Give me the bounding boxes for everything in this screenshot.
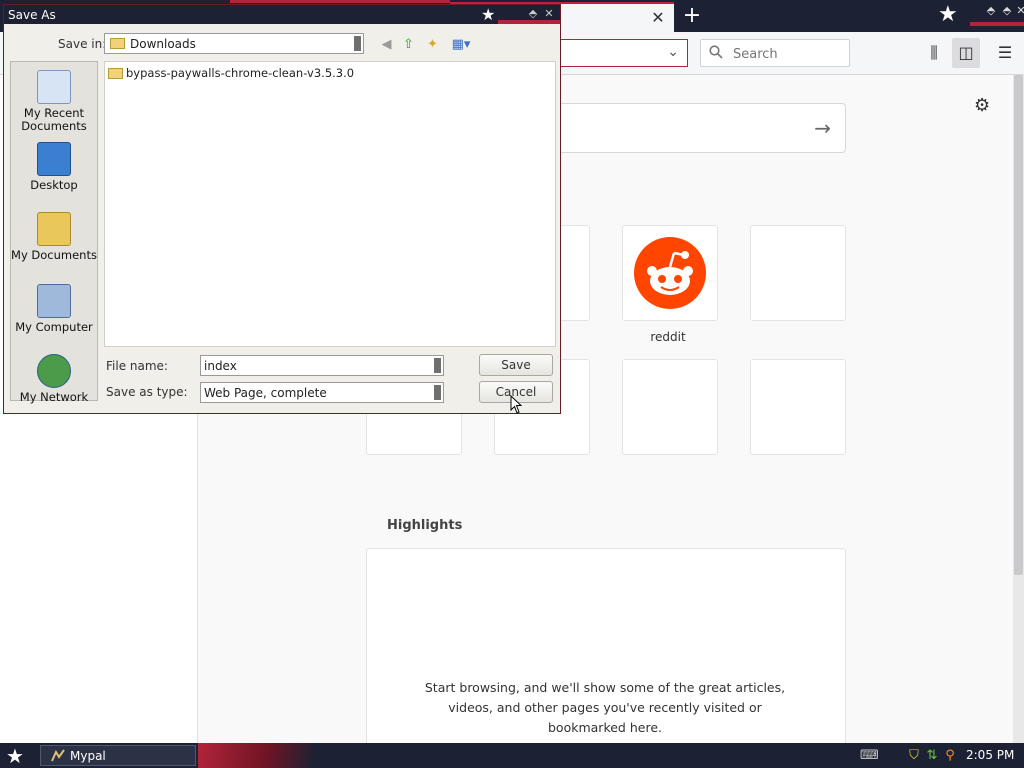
dialog-title: Save As (8, 8, 56, 22)
dropdown-handle[interactable] (434, 358, 441, 373)
up-folder-icon[interactable]: ⇧ (400, 36, 417, 53)
dropdown-handle[interactable] (354, 36, 361, 51)
top-site-tile-empty[interactable] (750, 225, 846, 321)
library-icon[interactable]: ⫼ (923, 42, 945, 64)
file-name: bypass-paywalls-chrome-clean-v3.5.3.0 (126, 66, 355, 80)
place-label: My Documents (11, 248, 97, 262)
taskbar-flare (198, 743, 313, 768)
close-icon[interactable]: ✕ (1014, 4, 1024, 18)
search-box[interactable] (700, 39, 850, 67)
place-my-computer[interactable]: My Computer (11, 284, 97, 334)
highlights-empty-message: Start browsing, and we'll show some of t… (424, 680, 786, 735)
new-tab-button[interactable]: + (680, 4, 704, 28)
page-scrollbar[interactable] (1013, 75, 1024, 743)
save-as-dialog: Save As ★ ⬘ ✕ Save in: Downloads ◀ ⇧ ✦ ▦… (3, 4, 561, 414)
place-my-documents[interactable]: My Documents (11, 212, 97, 262)
gear-icon[interactable]: ⚙ (974, 95, 990, 116)
save-button[interactable]: Save (479, 354, 553, 376)
dialog-titlebar[interactable]: Save As ★ ⬘ ✕ (4, 5, 560, 24)
taskbar-clock: 2:05 PM (966, 748, 1015, 762)
titlebar-accent (230, 0, 450, 3)
network-icon[interactable]: ⇅ (924, 748, 940, 764)
taskbar-item-label: Mypal (70, 749, 106, 763)
reddit-logo-icon (634, 237, 706, 309)
start-star-icon[interactable]: ★ (6, 744, 24, 768)
mouse-cursor-icon (510, 395, 522, 414)
maximize-icon[interactable]: ⬘ (1000, 4, 1014, 18)
folder-icon (108, 68, 123, 79)
scrollbar-thumb[interactable] (1014, 75, 1023, 575)
place-label: My Computer (15, 320, 93, 334)
place-label: Desktop (30, 178, 78, 192)
star-icon: ★ (481, 5, 496, 24)
shield-icon[interactable]: ⛉ (906, 748, 922, 764)
place-label: My Recent Documents (21, 106, 87, 133)
folder-icon (110, 38, 125, 49)
my-network-icon (37, 354, 71, 388)
dropdown-handle[interactable] (434, 385, 441, 400)
place-label: My Network (19, 390, 89, 404)
save-in-dropdown[interactable]: Downloads (104, 33, 364, 54)
page-search-box[interactable]: → (555, 103, 846, 153)
top-site-tile-empty[interactable] (750, 359, 846, 455)
minimize-icon[interactable]: ⬘ (984, 4, 998, 18)
top-site-tile-reddit[interactable] (622, 225, 718, 321)
save-as-type-value[interactable] (204, 385, 430, 400)
file-name-label: File name: (106, 359, 168, 373)
desktop-icon (37, 142, 71, 176)
file-name-input[interactable] (204, 358, 430, 373)
keyboard-icon[interactable]: ⌨ (860, 748, 879, 764)
window-controls: ★ ⬘ ⬘ ✕ (934, 0, 1024, 32)
taskbar: ★ Mypal ⌨ ⛉ ⇅ ⚲ 2:05 PM (0, 743, 1024, 768)
save-as-type-label: Save as type: (106, 385, 188, 399)
chevron-down-icon[interactable]: ⌄ (667, 44, 679, 60)
view-menu-icon[interactable]: ▦▾ (450, 36, 472, 53)
recent-documents-icon (37, 70, 71, 104)
arrow-right-icon[interactable]: → (814, 116, 831, 140)
highlights-heading: Highlights (387, 518, 463, 533)
titlebar-accent (498, 20, 560, 24)
file-name-field[interactable] (200, 355, 444, 376)
my-computer-icon (37, 284, 71, 318)
search-icon (709, 45, 723, 59)
url-bar[interactable]: ⌄ (556, 39, 688, 67)
save-in-label: Save in: (58, 37, 107, 51)
menu-icon[interactable]: ☰ (994, 42, 1016, 64)
magnifier-icon[interactable]: ⚲ (942, 748, 958, 764)
my-documents-icon (37, 212, 71, 246)
tab-close-icon[interactable]: ✕ (650, 10, 666, 26)
top-site-tile-empty[interactable] (622, 359, 718, 455)
place-desktop[interactable]: Desktop (11, 142, 97, 192)
save-as-type-select[interactable] (200, 382, 444, 403)
file-list[interactable]: bypass-paywalls-chrome-clean-v3.5.3.0 (104, 61, 556, 347)
top-site-label-reddit[interactable]: reddit (620, 330, 716, 344)
back-icon[interactable]: ◀ (378, 36, 395, 53)
new-folder-icon[interactable]: ✦ (424, 36, 441, 53)
window-controls-accent (970, 22, 1024, 26)
place-my-recent-documents[interactable]: My Recent Documents (11, 70, 97, 133)
mypal-app-icon (51, 749, 65, 762)
place-my-network[interactable]: My Network (11, 354, 97, 404)
places-bar: My Recent Documents Desktop My Documents… (10, 61, 98, 404)
sidebar-icon[interactable]: ◫ (955, 42, 977, 64)
maximize-icon[interactable]: ⬘ (526, 7, 540, 21)
save-in-value: Downloads (130, 37, 196, 51)
taskbar-item-mypal[interactable]: Mypal (40, 745, 196, 766)
star-icon: ★ (938, 2, 958, 27)
search-input[interactable] (731, 44, 845, 64)
close-icon[interactable]: ✕ (542, 7, 556, 21)
